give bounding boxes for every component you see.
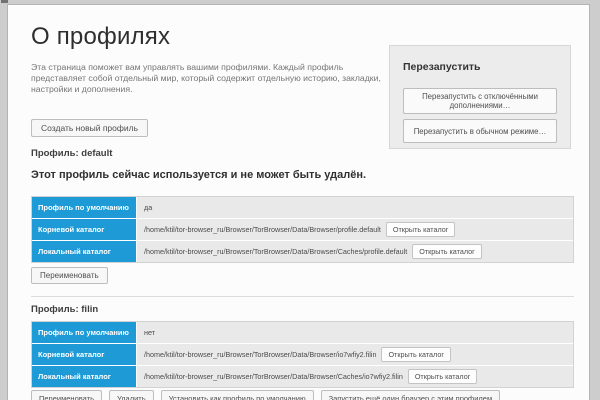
row-label-default-profile: Профиль по умолчанию <box>32 197 136 218</box>
restart-panel: Перезапустить Перезапустить с отключённы… <box>389 45 571 149</box>
row-value-text: /home/ktil/tor-browser_ru/Browser/TorBro… <box>144 247 407 256</box>
set-default-profile-button[interactable]: Установить как профиль по умолчанию <box>161 390 314 400</box>
rename-profile-button[interactable]: Переименовать <box>31 267 108 284</box>
open-directory-button[interactable]: Открыть каталог <box>412 244 481 259</box>
section-divider <box>31 296 574 297</box>
create-profile-button[interactable]: Создать новый профиль <box>31 119 148 137</box>
page-title: О профилях <box>31 23 170 51</box>
table-row: Корневой каталог /home/ktil/tor-browser_… <box>32 344 573 365</box>
table-row: Корневой каталог /home/ktil/tor-browser_… <box>32 219 573 240</box>
rename-profile-button[interactable]: Переименовать <box>31 390 102 400</box>
row-value: /home/ktil/tor-browser_ru/Browser/TorBro… <box>137 219 573 240</box>
launch-profile-new-browser-button[interactable]: Запустить ещё один браузер с этим профил… <box>321 390 501 400</box>
page-description: Эта страница поможет вам управлять вашим… <box>31 62 389 95</box>
row-label-default-profile: Профиль по умолчанию <box>32 322 136 343</box>
open-directory-button[interactable]: Открыть каталог <box>386 222 455 237</box>
row-value-text: /home/ktil/tor-browser_ru/Browser/TorBro… <box>144 350 376 359</box>
row-value-text: /home/ktil/tor-browser_ru/Browser/TorBro… <box>144 225 381 234</box>
profile-default-heading: Профиль: default <box>31 148 112 159</box>
restart-panel-title: Перезапустить <box>403 61 557 73</box>
table-row: Локальный каталог /home/ktil/tor-browser… <box>32 366 573 387</box>
profile-filin-heading: Профиль: filin <box>31 304 98 315</box>
open-directory-button[interactable]: Открыть каталог <box>381 347 450 362</box>
table-row: Профиль по умолчанию нет <box>32 322 573 343</box>
profile-filin-table: Профиль по умолчанию нет Корневой катало… <box>31 321 574 388</box>
row-value: нет <box>137 322 573 343</box>
row-value: /home/ktil/tor-browser_ru/Browser/TorBro… <box>137 366 573 387</box>
row-value: да <box>137 197 573 218</box>
row-label-root-directory: Корневой каталог <box>32 344 136 365</box>
row-value-text: /home/ktil/tor-browser_ru/Browser/TorBro… <box>144 372 403 381</box>
restart-addons-disabled-button[interactable]: Перезапустить с отключёнными дополнениям… <box>403 88 557 114</box>
profile-in-use-note: Этот профиль сейчас используется и не мо… <box>31 169 366 181</box>
row-label-local-directory: Локальный каталог <box>32 366 136 387</box>
row-value: /home/ktil/tor-browser_ru/Browser/TorBro… <box>137 344 573 365</box>
restart-normal-mode-button[interactable]: Перезапустить в обычном режиме… <box>403 119 557 143</box>
open-directory-button[interactable]: Открыть каталог <box>408 369 477 384</box>
row-label-root-directory: Корневой каталог <box>32 219 136 240</box>
table-row: Профиль по умолчанию да <box>32 197 573 218</box>
row-value-text: да <box>144 203 152 212</box>
row-label-local-directory: Локальный каталог <box>32 241 136 262</box>
row-value-text: нет <box>144 328 155 337</box>
table-row: Локальный каталог /home/ktil/tor-browser… <box>32 241 573 262</box>
delete-profile-button[interactable]: Удалить <box>109 390 154 400</box>
profile-filin-actions: Переименовать Удалить Установить как про… <box>31 390 500 400</box>
about-profiles-page: О профилях Эта страница поможет вам упра… <box>7 4 590 400</box>
row-value: /home/ktil/tor-browser_ru/Browser/TorBro… <box>137 241 573 262</box>
window-edge-artifact <box>1 0 8 3</box>
profile-default-table: Профиль по умолчанию да Корневой каталог… <box>31 196 574 263</box>
